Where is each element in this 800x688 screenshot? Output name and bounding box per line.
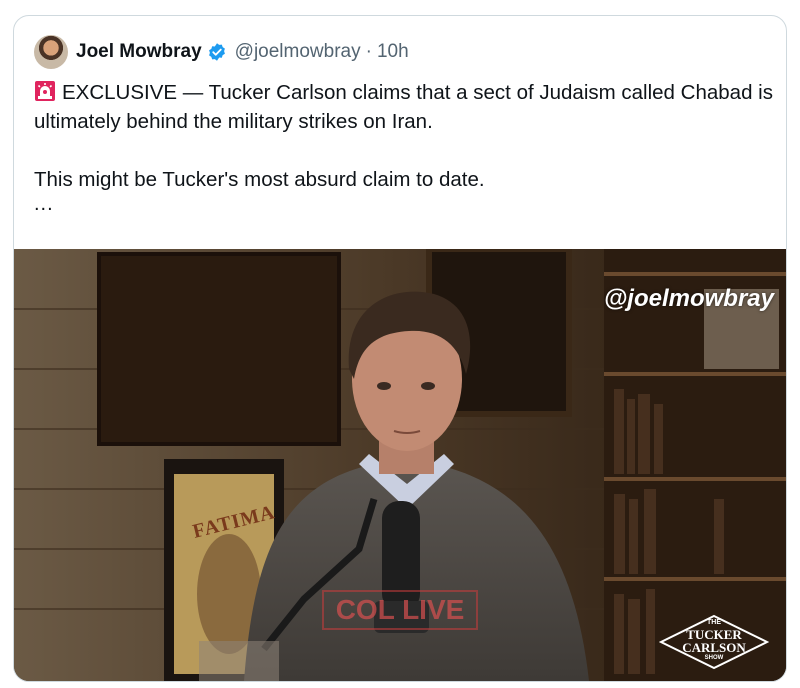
- tweet-header: Joel Mowbray @joelmowbray · 10h: [34, 35, 409, 69]
- video-watermark: @joelmowbray: [603, 285, 774, 312]
- verified-badge-icon: [208, 43, 225, 61]
- col-live-logo: COL LIVE: [322, 590, 478, 630]
- tweet-line-2: This might be Tucker's most absurd claim…: [34, 168, 485, 191]
- tweet-text: EXCLUSIVE — Tucker Carlson claims that a…: [34, 78, 774, 214]
- timestamp[interactable]: 10h: [377, 41, 409, 63]
- logo-line-2: CARLSON: [682, 640, 746, 655]
- logo-top-text: THE: [707, 619, 721, 626]
- tweet-card[interactable]: Joel Mowbray @joelmowbray · 10h EXCLUSIV…: [13, 15, 787, 682]
- display-name[interactable]: Joel Mowbray: [76, 41, 202, 63]
- tweet-text-exclusive: EXCLUSIVE — Tucker Carlson claims that a…: [34, 81, 773, 133]
- tweet-line-1: EXCLUSIVE — Tucker Carlson claims that a…: [34, 78, 774, 136]
- logo-bottom-text: SHOW: [704, 655, 724, 661]
- separator-dot: ·: [365, 41, 372, 62]
- show-more-ellipsis[interactable]: ...: [34, 194, 774, 214]
- video-player[interactable]: @joelmowbray FATIMA COL LIVE THE TUCKER …: [14, 249, 786, 681]
- avatar[interactable]: [34, 35, 68, 69]
- tucker-carlson-show-logo: THE TUCKER CARLSON SHOW: [659, 614, 769, 670]
- user-handle[interactable]: @joelmowbray: [235, 41, 361, 63]
- rotating-light-icon: [35, 81, 55, 101]
